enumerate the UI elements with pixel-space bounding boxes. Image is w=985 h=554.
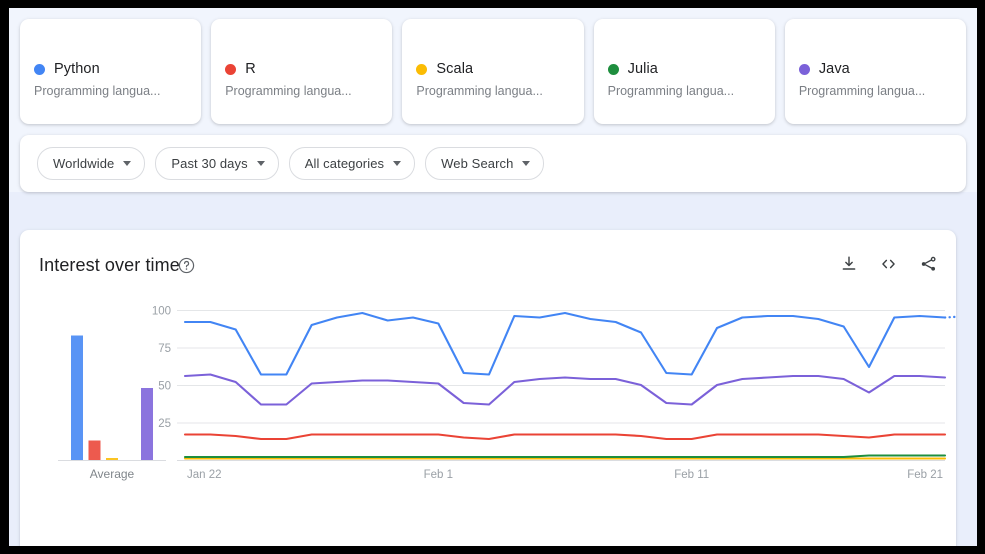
filter-time-range-label: Past 30 days bbox=[171, 156, 248, 171]
filter-location[interactable]: Worldwide bbox=[37, 147, 146, 180]
page-title: Interest over time bbox=[39, 255, 180, 275]
term-name-r: R bbox=[245, 61, 256, 77]
chart-area: 25 50 75 100 Jan 22 Feb 1 Feb 11 Feb 21 Average bbox=[20, 302, 956, 546]
filter-search-type-label: Web Search bbox=[441, 156, 514, 171]
average-label: Average bbox=[90, 467, 135, 481]
chart-gridlines: 25 50 75 100 bbox=[152, 306, 945, 430]
interest-over-time-actions bbox=[840, 255, 938, 273]
average-bar-r[interactable] bbox=[88, 440, 101, 461]
filter-time-range[interactable]: Past 30 days bbox=[155, 147, 279, 180]
term-subtitle-r: Programming langua... bbox=[225, 84, 352, 98]
series-line-java[interactable] bbox=[183, 373, 947, 406]
screenshot-frame: Python Programming langua... R Programmi… bbox=[0, 0, 985, 554]
chevron-down-icon bbox=[256, 161, 265, 166]
series-partial-python bbox=[943, 315, 956, 319]
term-color-dot-julia bbox=[607, 64, 619, 75]
share-icon[interactable] bbox=[919, 255, 938, 273]
x-axis-labels: Jan 22 Feb 1 Feb 11 Feb 21 bbox=[187, 469, 943, 481]
interest-over-time-chart[interactable]: 25 50 75 100 Jan 22 Feb 1 Feb 11 Feb 21 Average bbox=[20, 302, 956, 546]
download-icon[interactable] bbox=[840, 255, 858, 273]
average-bar-chart: Average bbox=[58, 335, 166, 481]
term-card-java[interactable]: Java Programming langua... bbox=[784, 19, 967, 124]
term-card-scala[interactable]: Scala Programming langua... bbox=[402, 19, 584, 124]
term-subtitle-java: Programming langua... bbox=[798, 84, 926, 98]
chevron-down-icon bbox=[393, 161, 402, 166]
term-color-dot-r bbox=[225, 64, 237, 75]
trends-page: Python Programming langua... R Programmi… bbox=[9, 8, 977, 546]
search-terms-row: Python Programming langua... R Programmi… bbox=[9, 8, 977, 124]
interest-over-time-card: Interest over time 25 50 75 100 Jan 22 F… bbox=[20, 230, 956, 546]
average-bar-python[interactable] bbox=[71, 335, 83, 461]
filter-category[interactable]: All categories bbox=[288, 147, 416, 180]
y-axis-tick-label: 50 bbox=[158, 381, 171, 393]
term-card-julia[interactable]: Julia Programming langua... bbox=[593, 19, 775, 124]
chevron-down-icon bbox=[522, 161, 531, 166]
embed-code-icon[interactable] bbox=[879, 255, 898, 273]
chevron-down-icon bbox=[123, 161, 132, 166]
y-axis-tick-label: 25 bbox=[158, 418, 171, 430]
term-name-scala: Scala bbox=[436, 61, 474, 77]
filter-search-type[interactable]: Web Search bbox=[425, 147, 545, 180]
term-color-dot-java bbox=[798, 64, 810, 75]
y-axis-tick-label: 75 bbox=[158, 343, 171, 355]
series-line-julia[interactable] bbox=[183, 454, 947, 459]
average-bar-java[interactable] bbox=[141, 388, 153, 460]
filter-category-label: All categories bbox=[304, 156, 385, 171]
term-name-julia: Julia bbox=[627, 61, 658, 77]
average-bar-scala[interactable] bbox=[106, 458, 118, 460]
series-line-r[interactable] bbox=[183, 433, 947, 441]
x-axis-tick-label: Jan 22 bbox=[187, 469, 222, 481]
term-color-dot-scala bbox=[416, 64, 428, 75]
term-card-r[interactable]: R Programming langua... bbox=[211, 19, 393, 124]
y-axis-tick-label: 100 bbox=[152, 306, 171, 318]
term-subtitle-julia: Programming langua... bbox=[607, 84, 735, 98]
x-axis-tick-label: Feb 11 bbox=[674, 469, 709, 481]
term-name-java: Java bbox=[818, 61, 850, 77]
x-axis-tick-label: Feb 1 bbox=[424, 469, 453, 481]
term-card-python[interactable]: Python Programming langua... bbox=[20, 19, 202, 124]
filter-location-label: Worldwide bbox=[53, 156, 115, 171]
filter-bar: Worldwide Past 30 days All categories We… bbox=[20, 135, 966, 192]
term-color-dot-python bbox=[34, 64, 45, 75]
x-axis-tick-label: Feb 21 bbox=[907, 469, 943, 481]
top-panel: Python Programming langua... R Programmi… bbox=[9, 8, 977, 192]
term-name-python: Python bbox=[54, 61, 100, 77]
term-subtitle-scala: Programming langua... bbox=[416, 84, 543, 98]
series-line-python[interactable] bbox=[183, 311, 947, 376]
help-circle-icon[interactable] bbox=[178, 257, 195, 274]
interest-over-time-header: Interest over time bbox=[20, 230, 956, 302]
term-subtitle-python: Programming langua... bbox=[34, 84, 161, 98]
